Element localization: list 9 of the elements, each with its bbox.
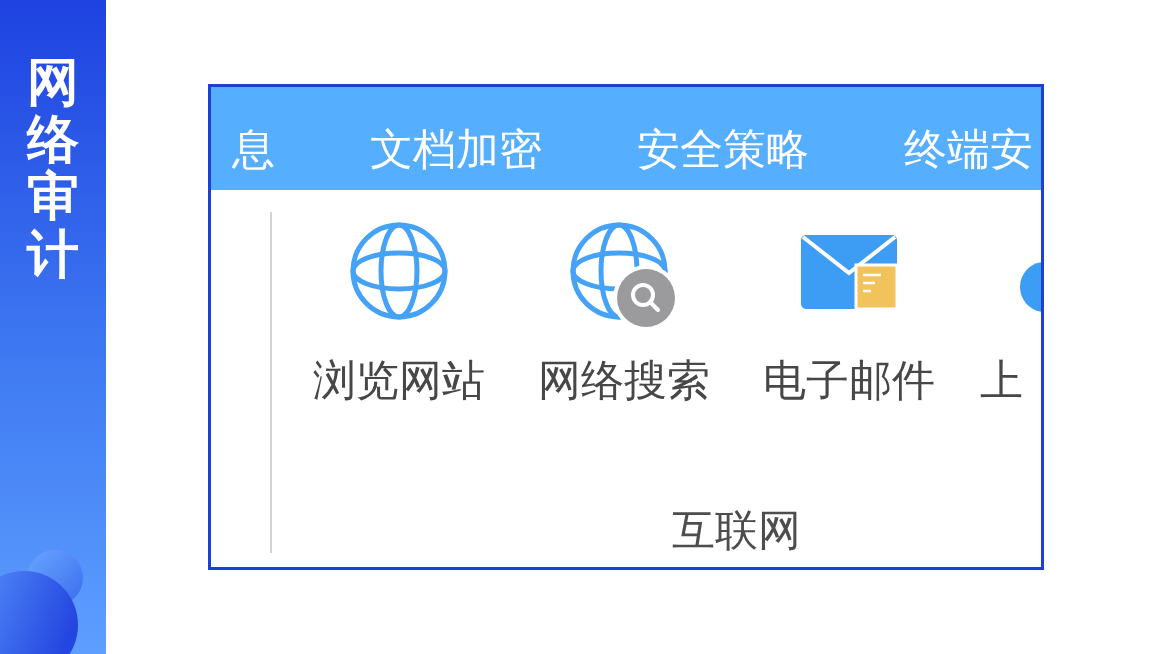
globe-search-icon bbox=[569, 222, 678, 330]
ribbon-button[interactable]: 电子邮件 bbox=[736, 222, 961, 407]
ribbon-button[interactable]: 网络搜索 bbox=[511, 222, 736, 407]
envelope-icon bbox=[800, 235, 897, 309]
group-label: 互联网 bbox=[671, 505, 801, 557]
globe-icon bbox=[349, 222, 448, 320]
sidebar-title: 网络审计 bbox=[27, 54, 79, 283]
ribbon-button[interactable]: 浏览网站 bbox=[286, 222, 511, 407]
ribbon-button[interactable]: 上 bbox=[961, 222, 1041, 407]
